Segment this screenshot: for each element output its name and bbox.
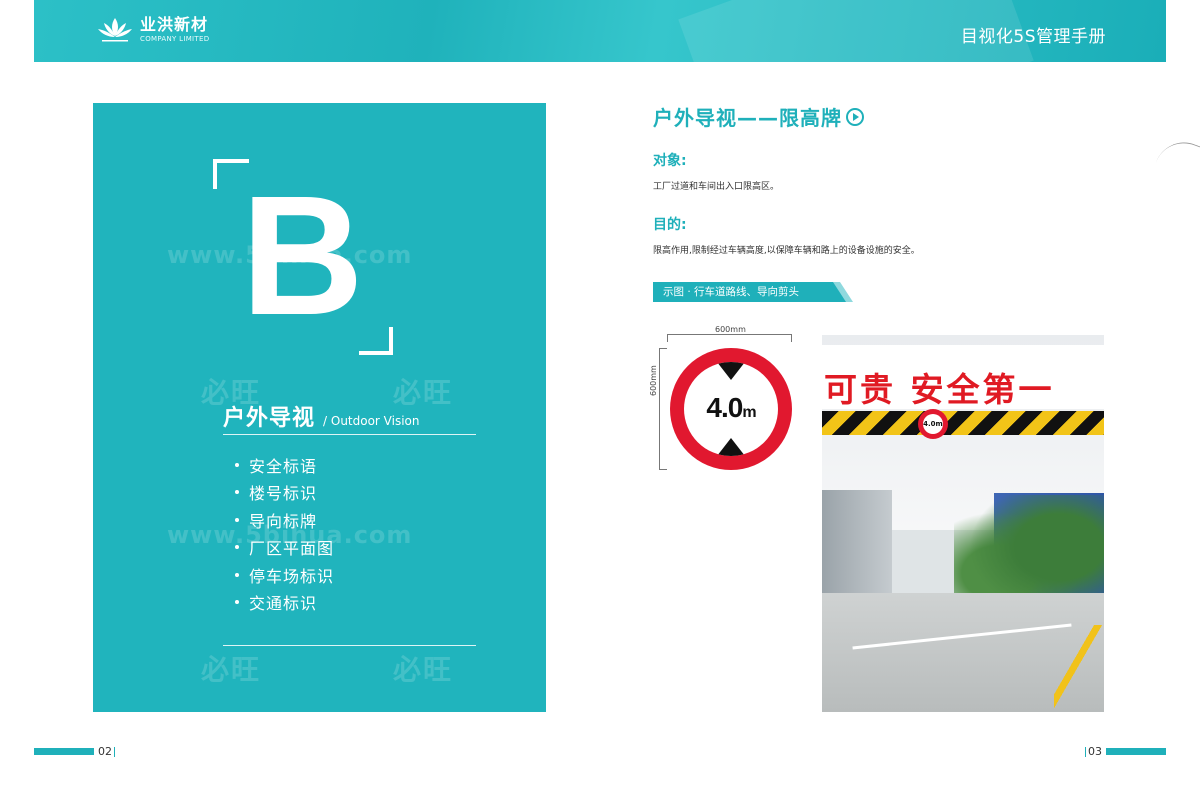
page-number-separator <box>1085 747 1086 757</box>
photo-curb <box>1054 625 1104 712</box>
divider-bottom <box>223 645 476 646</box>
list-item: 停车场标识 <box>235 561 334 589</box>
sign-value: 4.0m <box>684 392 778 424</box>
footer-bar-right <box>1106 748 1166 755</box>
page-number-separator <box>114 747 115 757</box>
list-item: 交通标识 <box>235 589 334 617</box>
list-item-label: 交通标识 <box>249 594 318 614</box>
list-item-label: 安全标语 <box>249 456 318 476</box>
photo-banner-text: 可贵 安全第一 <box>824 370 1055 409</box>
page-number-left-text: 02 <box>98 745 112 758</box>
photo-height-limit-sign: 4.0m <box>918 409 948 439</box>
section-title-cn: 户外导视 <box>223 406 316 431</box>
page-edge-curve <box>1156 134 1200 176</box>
bracket-bottom-right <box>359 327 393 355</box>
object-heading: 对象: <box>653 153 687 169</box>
section-title: 户外导视 / Outdoor Vision <box>223 400 420 432</box>
width-dimension-label: 600mm <box>713 325 748 334</box>
section-item-list: 安全标语 楼号标识 导向标牌 厂区平面图 停车场标识 交通标识 <box>235 451 334 616</box>
height-limit-sign: 4.0m <box>670 348 792 470</box>
sign-unit: m <box>742 404 756 421</box>
list-item-label: 停车场标识 <box>249 566 335 586</box>
photo-building-left <box>822 490 892 600</box>
footer-bar-left <box>34 748 94 755</box>
watermark-logo: 必旺 <box>201 653 262 686</box>
page-title: 户外导视——限高牌 <box>653 102 864 131</box>
bullet-dot-icon <box>235 490 239 495</box>
sign-number: 4.0 <box>706 392 743 423</box>
page-number-left: 02 <box>98 745 117 758</box>
bullet-dot-icon <box>235 545 239 550</box>
page-number-right: 03 <box>1083 745 1102 758</box>
header-band: 业洪新材 COMPANY LIMITED 目视化5S管理手册 <box>34 0 1166 62</box>
sign-face: 4.0m <box>684 362 778 456</box>
list-item: 厂区平面图 <box>235 534 334 562</box>
watermark-logo: 必旺 <box>393 653 454 686</box>
purpose-text: 限高作用,限制经过车辆高度,以保障车辆和路上的设备设施的安全。 <box>653 246 920 256</box>
bullet-dot-icon <box>235 600 239 605</box>
section-title-en: / Outdoor Vision <box>323 414 420 428</box>
lotus-logo-icon <box>98 18 132 42</box>
photo-sign-text: 4.0m <box>923 414 943 434</box>
triangle-up-icon <box>717 438 745 456</box>
list-item: 导向标牌 <box>235 506 334 534</box>
height-dimension-line <box>659 348 667 470</box>
list-item-label: 导向标牌 <box>249 511 318 531</box>
hazard-stripe-beam <box>822 411 1104 435</box>
list-item: 楼号标识 <box>235 479 334 507</box>
page-number-right-text: 03 <box>1088 745 1102 758</box>
height-dimension-label: 600mm <box>649 363 658 398</box>
section-letter: B <box>241 161 364 351</box>
logo-name-cn: 业洪新材 <box>140 15 209 34</box>
manual-title: 目视化5S管理手册 <box>960 27 1106 47</box>
bullet-dot-icon <box>235 517 239 522</box>
height-limit-sign-diagram: 600mm 600mm 4.0m <box>649 325 798 476</box>
list-item-label: 厂区平面图 <box>249 539 335 559</box>
section-cover-panel: www.5bihua.com www.5bihua.com 必旺 必旺 必旺 必… <box>93 103 546 712</box>
example-photo: 可贵 安全第一 4.0m <box>822 335 1104 712</box>
bullet-dot-icon <box>235 462 239 467</box>
purpose-heading: 目的: <box>653 217 687 233</box>
play-icon <box>846 107 864 126</box>
logo-name-en: COMPANY LIMITED <box>140 35 210 43</box>
example-ribbon: 示图 · 行车道路线、导向剪头 <box>653 282 849 302</box>
triangle-down-icon <box>717 362 745 380</box>
bullet-dot-icon <box>235 572 239 577</box>
divider-top <box>223 434 476 435</box>
list-item: 安全标语 <box>235 451 334 479</box>
object-text: 工厂过道和车间出入口限高区。 <box>653 182 780 192</box>
page-title-text: 户外导视——限高牌 <box>653 106 842 130</box>
width-dimension-line <box>667 334 792 342</box>
photo-banner: 可贵 安全第一 <box>822 345 1104 409</box>
company-logo: 业洪新材 COMPANY LIMITED <box>96 16 209 44</box>
list-item-label: 楼号标识 <box>249 484 318 504</box>
